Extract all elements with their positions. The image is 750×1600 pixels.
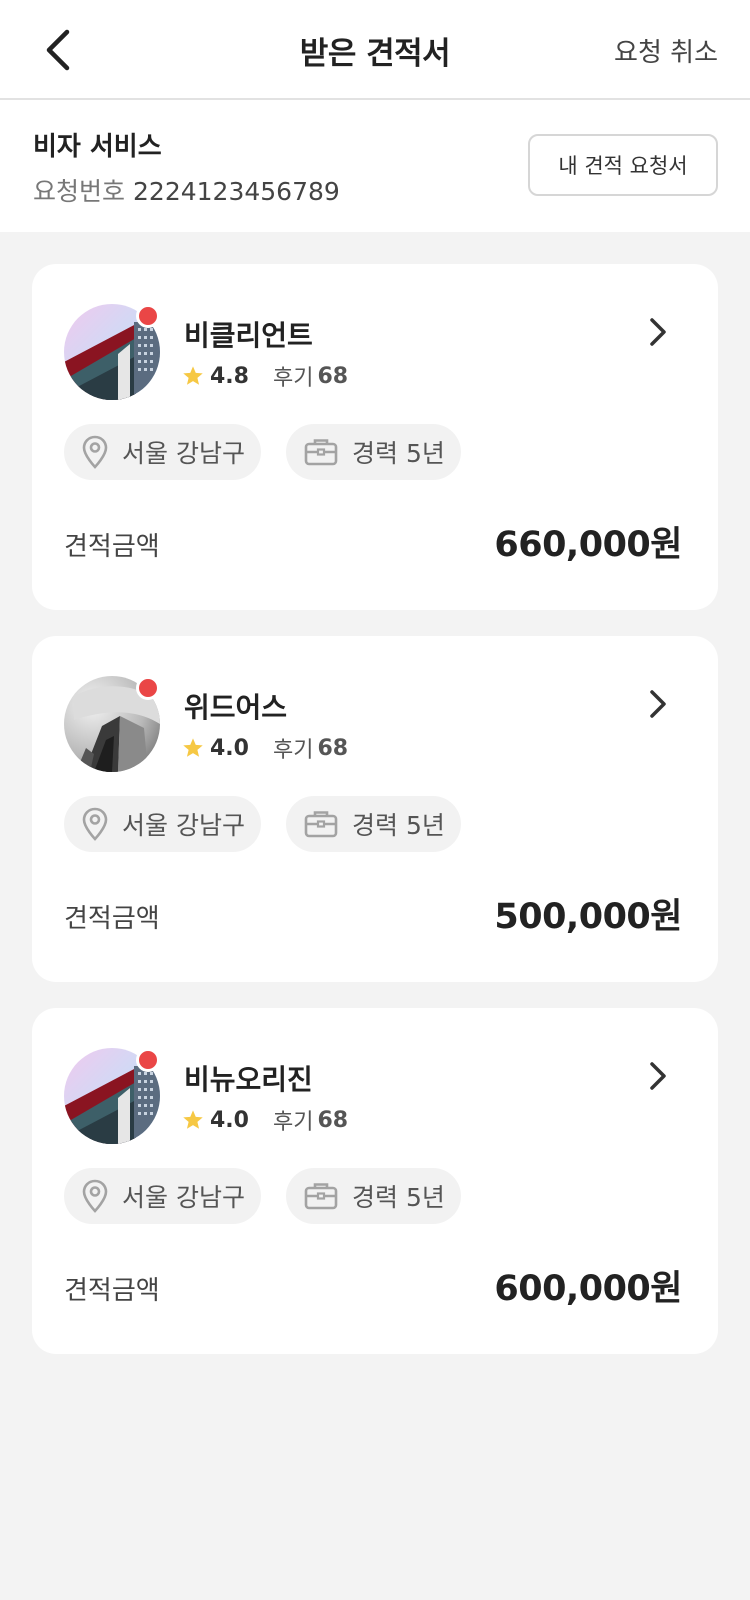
career-tag: 경력 5년 [286, 796, 461, 852]
company-name: 비클리언트 [184, 319, 313, 352]
new-badge [136, 676, 160, 700]
rating-row: 4.8 후기 68 [182, 360, 348, 392]
career-tag: 경력 5년 [286, 424, 461, 480]
career-text: 경력 5년 [352, 811, 445, 840]
top-app-bar: 받은 견적서 요청 취소 [0, 0, 750, 100]
request-info-section: 비자 서비스 요청번호 2224123456789 내 견적 요청서 [0, 100, 750, 232]
price-label: 견적금액 [64, 532, 160, 562]
quote-card[interactable]: 비클리언트 4.8 후기 68 서울 강남구 경력 5년 견적금액 660,00… [32, 264, 718, 610]
star-icon [183, 366, 203, 385]
avatar [64, 676, 160, 772]
cancel-request-button[interactable]: 요청 취소 [614, 32, 718, 69]
location-text: 서울 강남구 [122, 811, 245, 840]
new-badge [136, 304, 160, 328]
company-name: 비뉴오리진 [184, 1063, 313, 1096]
detail-button[interactable] [638, 1056, 678, 1096]
new-badge [136, 1048, 160, 1072]
career-text: 경력 5년 [352, 439, 445, 468]
company-name: 위드어스 [184, 691, 288, 724]
chevron-right-icon [650, 1062, 666, 1090]
price-label: 견적금액 [64, 904, 160, 934]
review-label: 후기 [272, 366, 314, 391]
request-number-value: 2224123456789 [133, 177, 340, 206]
detail-button[interactable] [638, 684, 678, 724]
review-count: 68 [317, 1107, 349, 1133]
briefcase-icon [304, 1183, 338, 1210]
avatar [64, 1048, 160, 1144]
star-icon [183, 1110, 203, 1129]
request-number-row: 요청번호 2224123456789 [33, 172, 340, 208]
review-label: 후기 [272, 738, 314, 763]
rating-value: 4.0 [210, 1107, 249, 1133]
price-label: 견적금액 [64, 1276, 160, 1306]
star-icon [183, 738, 203, 757]
location-tag: 서울 강남구 [64, 1168, 261, 1224]
detail-button[interactable] [638, 312, 678, 352]
chevron-right-icon [650, 318, 666, 346]
location-tag: 서울 강남구 [64, 796, 261, 852]
price-value: 600,000원 [494, 1269, 682, 1309]
rating-value: 4.8 [210, 363, 249, 389]
location-text: 서울 강남구 [122, 439, 245, 468]
price-value: 660,000원 [494, 525, 682, 565]
service-name: 비자 서비스 [33, 132, 162, 162]
briefcase-icon [304, 811, 338, 838]
quote-card[interactable]: 비뉴오리진 4.0 후기 68 서울 강남구 경력 5년 견적금액 600,00… [32, 1008, 718, 1354]
avatar [64, 304, 160, 400]
rating-row: 4.0 후기 68 [182, 732, 348, 764]
my-request-button[interactable]: 내 견적 요청서 [528, 134, 718, 196]
rating-value: 4.0 [210, 735, 249, 761]
location-pin-icon [82, 1179, 108, 1213]
location-pin-icon [82, 435, 108, 469]
rating-row: 4.0 후기 68 [182, 1104, 348, 1136]
location-pin-icon [82, 807, 108, 841]
career-tag: 경력 5년 [286, 1168, 461, 1224]
briefcase-icon [304, 439, 338, 466]
quote-card[interactable]: 위드어스 4.0 후기 68 서울 강남구 경력 5년 견적금액 500,000… [32, 636, 718, 982]
request-number-label: 요청번호 [33, 177, 126, 206]
price-value: 500,000원 [494, 897, 682, 937]
review-count: 68 [317, 735, 349, 761]
career-text: 경력 5년 [352, 1183, 445, 1212]
chevron-right-icon [650, 690, 666, 718]
location-tag: 서울 강남구 [64, 424, 261, 480]
location-text: 서울 강남구 [122, 1183, 245, 1212]
review-count: 68 [317, 363, 349, 389]
review-label: 후기 [272, 1110, 314, 1135]
